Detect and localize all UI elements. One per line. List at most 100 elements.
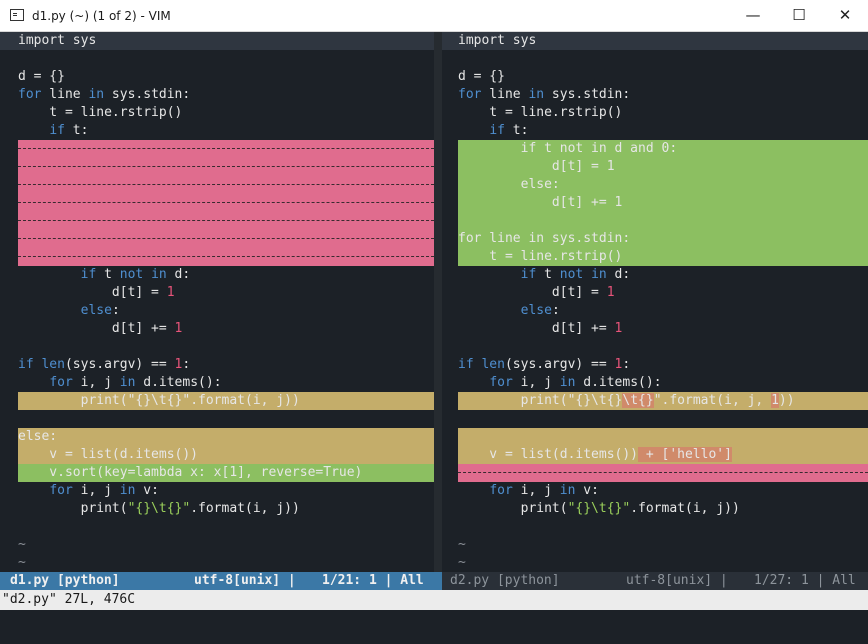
code-line[interactable]: for line in sys.stdin: [18, 86, 190, 104]
code-text: i, j [512, 483, 560, 498]
code-line[interactable]: d[t] = 1 [18, 284, 175, 302]
cursor-line[interactable]: import sys [0, 32, 434, 50]
code-line[interactable]: if t: [18, 122, 88, 140]
code-text: d: [606, 267, 631, 282]
cursor-line[interactable]: import sys [442, 32, 868, 50]
diff-filler-line [18, 176, 434, 194]
left-diff-pane[interactable]: import sys d = {} for line in sys.stdin:… [0, 32, 434, 572]
keyword: in [528, 87, 545, 102]
keyword: for [489, 375, 513, 390]
vertical-split-separator[interactable] [434, 32, 442, 572]
status-filename: d1.py [python] [10, 573, 120, 588]
code-line[interactable]: d = {} [458, 68, 505, 86]
diff-changed-line[interactable]: print("{}\t{}".format(i, j)) [18, 392, 434, 410]
keyword: not in [559, 267, 607, 282]
code-text: import sys [18, 33, 97, 48]
diff-changed-line[interactable]: print("{}\t{}\t{}".format(i, j, 1)) [458, 392, 868, 410]
diff-filler-line [18, 230, 434, 248]
status-position: 1/27: 1 | All [754, 573, 856, 588]
diff-added-line[interactable] [458, 212, 868, 230]
code-text: .format(i, j)) [630, 501, 740, 516]
window-title: d1.py (~) (1 of 2) - VIM [32, 9, 171, 23]
diff-changed-line[interactable]: else: [18, 428, 434, 446]
code-text: line [41, 87, 89, 102]
code-text: (sys.argv) == [504, 357, 615, 372]
diff-filler-line [18, 212, 434, 230]
diff-added-line[interactable]: v.sort(key=lambda x: x[1], reverse=True) [18, 464, 434, 482]
number-literal: 1 [606, 285, 615, 300]
statusline-active[interactable]: d1.py [python] utf-8[unix] | 1/21: 1 | A… [0, 572, 442, 590]
code-text: print( [18, 501, 128, 516]
code-text: : [111, 303, 120, 318]
number-literal: 1 [614, 321, 623, 336]
keyword: in [559, 375, 576, 390]
code-line[interactable]: d[t] += 1 [18, 320, 182, 338]
keyword: for [18, 87, 42, 102]
code-line[interactable]: for i, j in v: [18, 482, 159, 500]
keyword: in [88, 87, 105, 102]
code-line[interactable]: if len(sys.argv) == 1: [458, 356, 630, 374]
code-text: d[t] = [18, 285, 167, 300]
code-line[interactable]: print("{}\t{}".format(i, j)) [458, 500, 740, 518]
empty-line-tilde: ~ [458, 555, 466, 570]
diff-added-line[interactable]: if t not in d and 0: [458, 140, 868, 158]
keyword: else [520, 303, 552, 318]
diff-added-line[interactable]: else: [458, 176, 868, 194]
string-literal: "{}\t{}" [127, 501, 191, 516]
diff-added-line[interactable]: for line in sys.stdin: [458, 230, 868, 248]
code-line[interactable]: else: [18, 302, 120, 320]
diff-changed-line[interactable] [458, 428, 868, 446]
code-line[interactable]: if t: [458, 122, 528, 140]
code-line[interactable]: if len(sys.argv) == 1: [18, 356, 190, 374]
code-text: )) [778, 393, 795, 408]
status-filename: d2.py [python] [450, 573, 560, 588]
builtin: len [481, 357, 505, 372]
code-line[interactable]: print("{}\t{}".format(i, j)) [18, 500, 300, 518]
keyword: for [49, 483, 73, 498]
diff-changed-line[interactable]: v = list(d.items()) + ['hello'] [458, 446, 868, 464]
maximize-button[interactable]: ☐ [776, 0, 822, 32]
code-text: t [536, 267, 560, 282]
keyword: if [80, 267, 97, 282]
code-text: d[t] = [458, 285, 607, 300]
code-line[interactable]: t = line.rstrip() [18, 104, 182, 122]
code-text: print( [458, 501, 568, 516]
code-line[interactable]: d = {} [18, 68, 65, 86]
code-text: t: [64, 123, 89, 138]
code-text: print("{}\t{} [18, 393, 183, 408]
code-line[interactable]: for i, j in d.items(): [18, 374, 221, 392]
diff-added-line[interactable]: t = line.rstrip() [458, 248, 868, 266]
keyword: if [489, 123, 505, 138]
diff-added-line[interactable]: d[t] = 1 [458, 158, 868, 176]
diff-added-line[interactable]: d[t] += 1 [458, 194, 868, 212]
diff-changed-text: 1 [771, 393, 779, 408]
code-line[interactable]: for i, j in d.items(): [458, 374, 662, 392]
code-line[interactable]: if t not in d: [458, 266, 631, 284]
code-line[interactable]: else: [458, 302, 560, 320]
code-line[interactable]: d[t] = 1 [458, 284, 615, 302]
code-line[interactable]: t = line.rstrip() [458, 104, 622, 122]
diff-changed-text: \t{} [622, 393, 654, 408]
code-line[interactable]: for i, j in v: [458, 482, 599, 500]
keyword: in [119, 375, 136, 390]
right-diff-pane[interactable]: import sys d = {} for line in sys.stdin:… [442, 32, 868, 572]
code-text: t: [504, 123, 529, 138]
window-titlebar: d1.py (~) (1 of 2) - VIM — ☐ ✕ [0, 0, 868, 32]
code-text: sys.stdin: [544, 87, 631, 102]
code-line[interactable]: for line in sys.stdin: [458, 86, 630, 104]
statusline-inactive[interactable]: d2.py [python] utf-8[unix] | 1/27: 1 | A… [442, 572, 868, 590]
close-button[interactable]: ✕ [822, 0, 868, 32]
code-text: d[t] += [18, 321, 175, 336]
code-line[interactable]: d[t] += 1 [458, 320, 622, 338]
vim-app-icon [10, 9, 24, 21]
code-line[interactable]: if t not in d: [18, 266, 191, 284]
diff-changed-line[interactable]: v = list(d.items()) [18, 446, 434, 464]
minimize-button[interactable]: — [730, 0, 776, 32]
code-text: v: [135, 483, 159, 498]
code-text: d.items(): [575, 375, 662, 390]
command-line[interactable]: "d2.py" 27L, 476C [0, 590, 868, 610]
